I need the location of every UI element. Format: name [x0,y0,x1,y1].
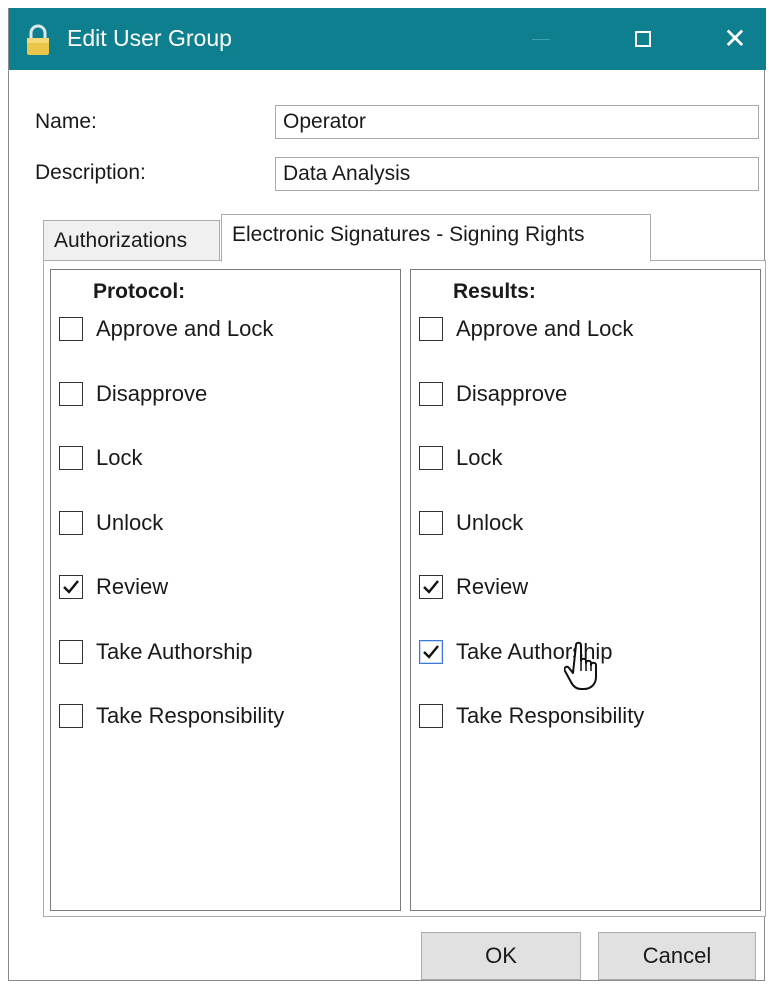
checkbox[interactable] [59,510,83,535]
checkbox[interactable] [419,317,443,341]
results-item-approve-and-lock[interactable]: Approve and Lock [419,314,633,344]
protocol-item-lock[interactable]: Lock [59,443,142,473]
results-item-take-responsibility[interactable]: Take Responsibility [419,701,644,731]
hand-pointer-cursor-icon [564,641,597,690]
checkbox[interactable] [419,575,443,599]
checkbox[interactable] [59,317,83,341]
signing-rights-panel: Protocol: Approve and Lock Disapprove Lock… [43,260,766,917]
checkbox[interactable] [419,510,443,535]
checkbox-label: Take Authorship [96,638,253,664]
checkmark-icon [423,644,439,659]
checkbox-label: Disapprove [96,380,208,406]
checkbox-label: Lock [456,445,503,470]
close-icon: ✕ [723,22,747,55]
checkbox-label: Disapprove [456,380,568,406]
checkbox-label: Approve and Lock [456,316,634,341]
protocol-item-unlock[interactable]: Unlock [59,508,163,538]
checkbox[interactable] [419,446,443,470]
checkbox[interactable] [59,446,83,470]
minimize-button[interactable] [509,8,573,70]
name-input[interactable]: Operator [275,105,759,139]
lock-icon [27,24,49,55]
checkmark-icon [63,580,79,594]
checkbox[interactable] [59,575,83,599]
results-item-review[interactable]: Review [419,572,528,602]
checkbox[interactable] [419,639,443,664]
results-header: Results: [453,280,536,303]
maximize-icon [635,31,651,47]
window-title: Edit User Group [67,25,232,51]
protocol-item-disapprove[interactable]: Disapprove [59,379,207,409]
results-item-lock[interactable]: Lock [419,443,502,473]
protocol-item-take-responsibility[interactable]: Take Responsibility [59,701,284,731]
results-item-disapprove[interactable]: Disapprove [419,379,567,409]
checkbox-label: Unlock [456,509,524,535]
edit-user-group-dialog: Edit User Group ✕ Name: Operator Descrip… [8,8,766,981]
protocol-group: Protocol: Approve and Lock Disapprove Lock… [50,269,401,911]
tab-electronic-signatures[interactable]: Electronic Signatures - Signing Rights [221,214,651,262]
results-group: Results: Approve and Lock Disapprove Lock U… [410,269,761,911]
results-item-unlock[interactable]: Unlock [419,508,523,538]
name-label: Name: [35,110,97,133]
protocol-item-take-authorship[interactable]: Take Authorship [59,637,253,667]
cancel-button[interactable]: Cancel [598,932,756,980]
checkbox-label: Unlock [96,509,164,535]
checkbox-label: Approve and Lock [96,316,274,341]
maximize-button[interactable] [611,8,675,70]
title-bar[interactable]: Edit User Group ✕ [9,8,766,70]
tab-authorizations[interactable]: Authorizations [43,220,220,260]
checkbox[interactable] [419,381,443,406]
description-input[interactable]: Data Analysis [275,157,759,191]
checkbox-label: Lock [96,445,143,470]
protocol-header: Protocol: [93,280,186,303]
protocol-item-review[interactable]: Review [59,572,168,602]
description-label: Description: [35,161,146,184]
minimize-icon [532,38,550,40]
checkmark-icon [423,580,439,594]
ok-button[interactable]: OK [421,932,581,980]
checkbox[interactable] [59,704,83,728]
checkbox-label: Review [96,574,169,599]
checkbox[interactable] [419,704,443,728]
protocol-item-approve-and-lock[interactable]: Approve and Lock [59,314,273,344]
checkbox[interactable] [59,381,83,406]
checkbox-label: Take Responsibility [456,703,645,728]
close-button[interactable]: ✕ [703,8,767,70]
checkbox-label: Review [456,574,529,599]
checkbox[interactable] [59,639,83,664]
checkbox-label: Take Responsibility [96,703,285,728]
